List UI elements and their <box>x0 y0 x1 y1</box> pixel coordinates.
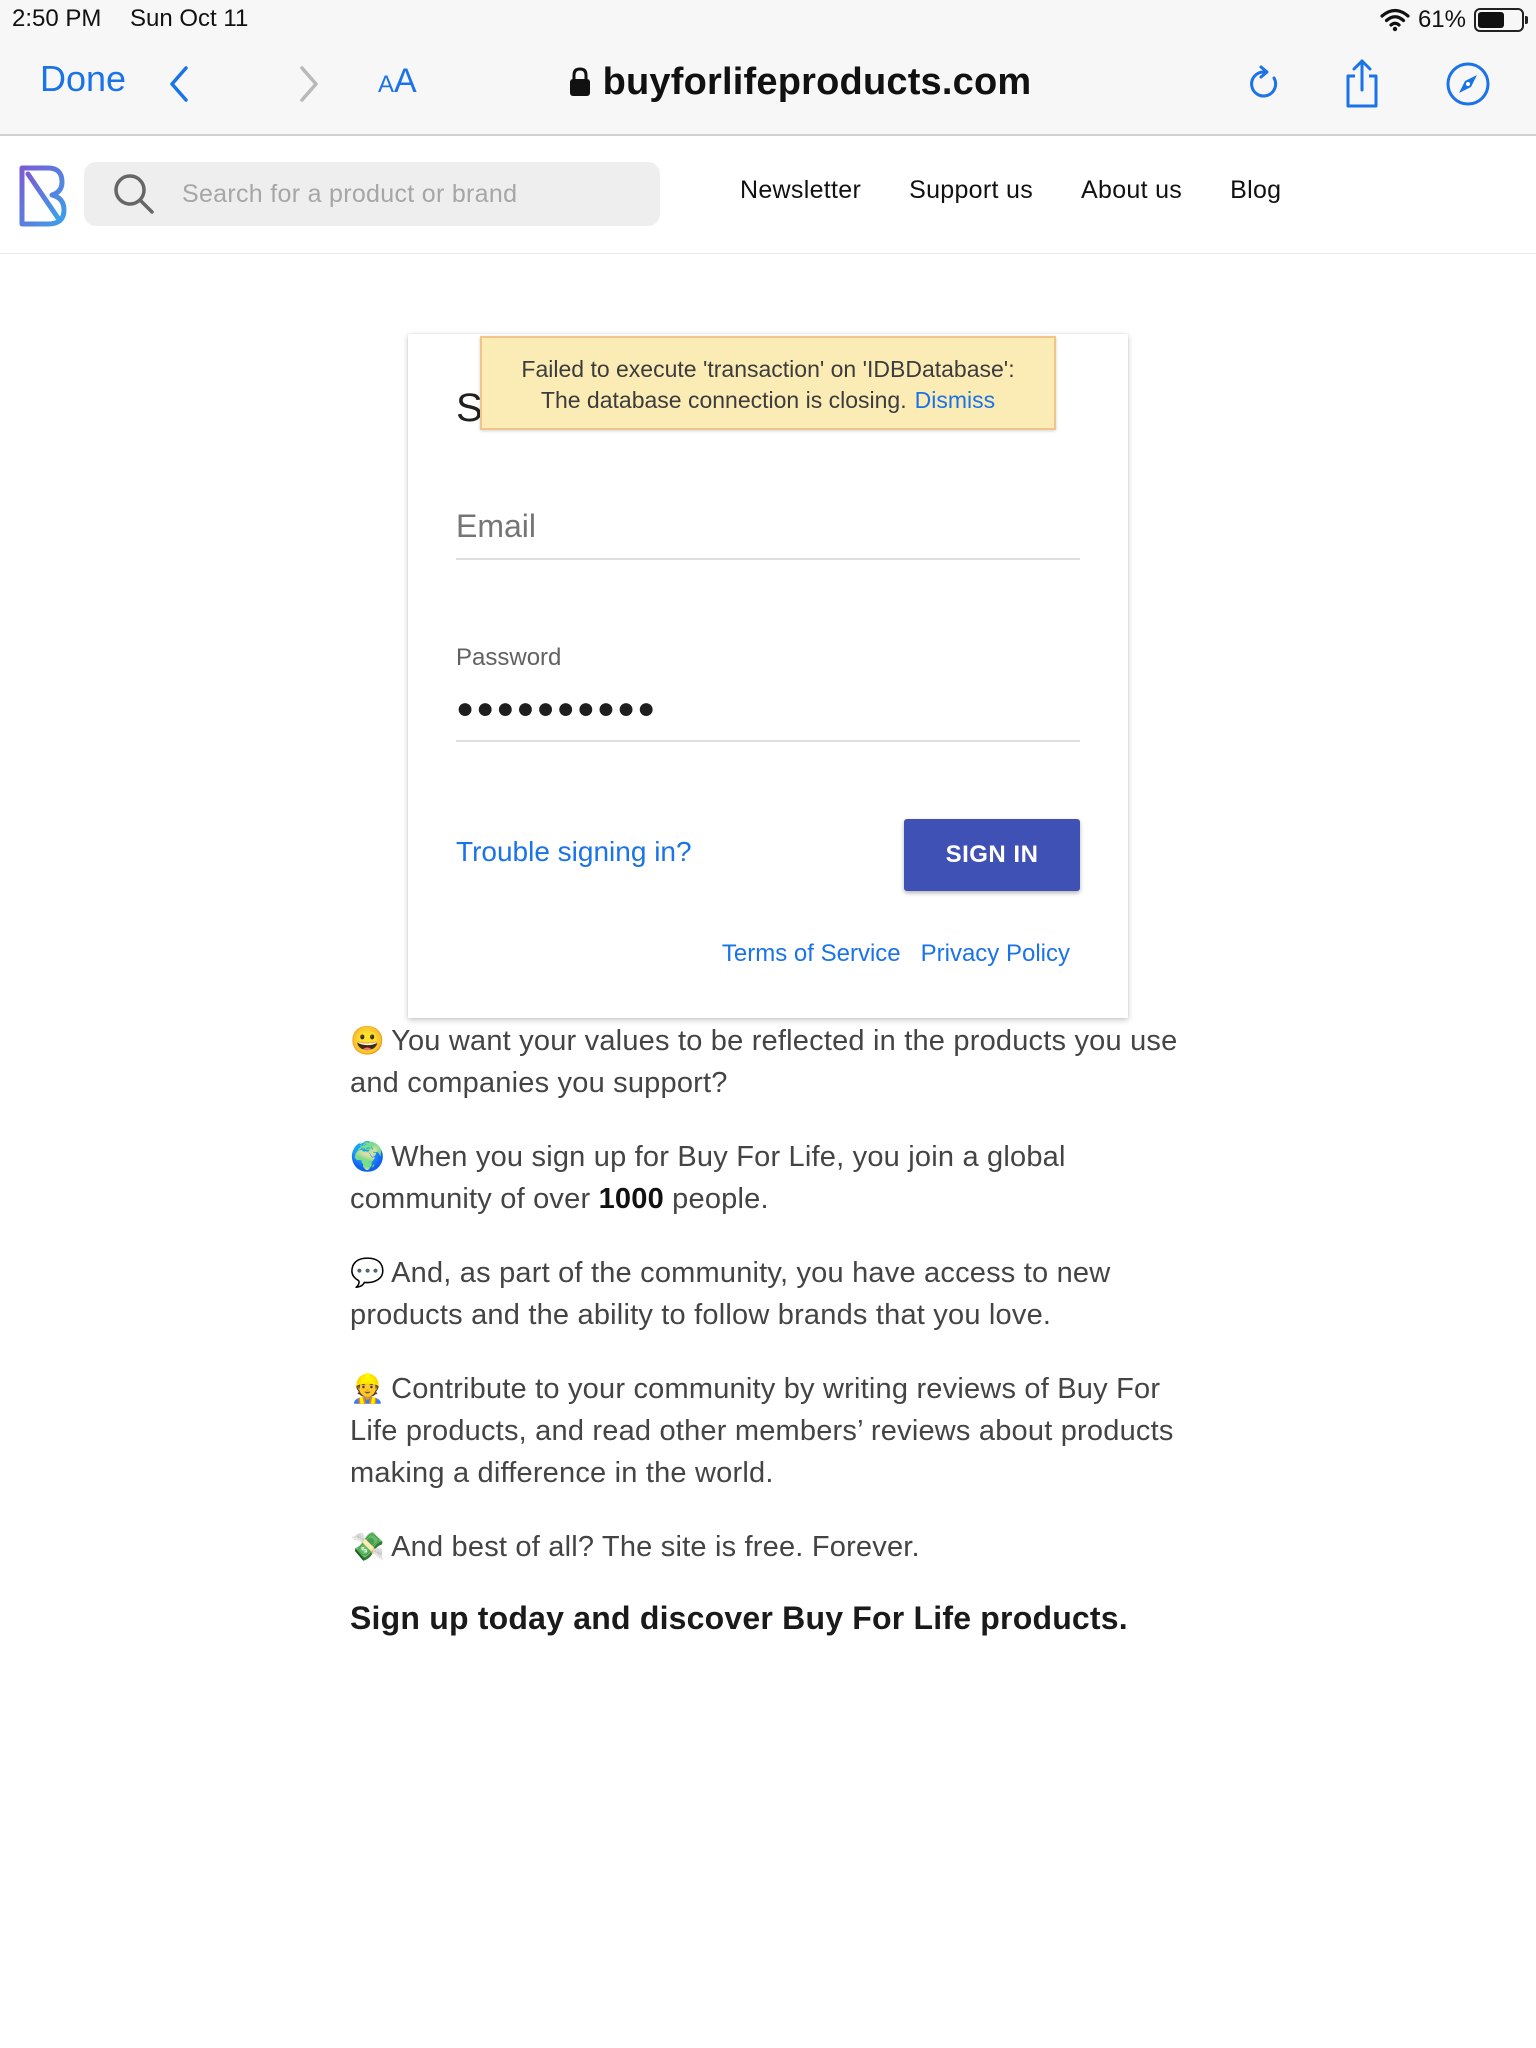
battery-icon <box>1474 8 1528 32</box>
password-field[interactable]: ●●●●●●●●●● <box>456 680 1080 742</box>
lock-icon <box>569 67 590 96</box>
buy-for-life-logo[interactable] <box>18 164 68 228</box>
search-icon <box>114 174 154 214</box>
password-label: Password <box>456 644 562 671</box>
money-with-wings-icon: 💸 <box>350 1531 386 1562</box>
paragraph-reviews: 👷 Contribute to your community by writing… <box>350 1368 1200 1494</box>
signin-title: S <box>456 386 483 430</box>
signin-footer-links: Terms of Service Privacy Policy <box>722 940 1070 968</box>
wifi-icon <box>1380 8 1410 32</box>
paragraph-values: 😀 You want your values to be reflected in… <box>350 1020 1200 1104</box>
privacy-policy-link[interactable]: Privacy Policy <box>921 940 1070 968</box>
top-nav: Newsletter Support us About us Blog <box>740 176 1281 205</box>
speech-bubble-icon: 💬 <box>350 1257 386 1288</box>
nav-blog[interactable]: Blog <box>1230 176 1281 205</box>
nav-about-us[interactable]: About us <box>1081 176 1182 205</box>
compass-icon[interactable] <box>1444 58 1492 110</box>
nav-support-us[interactable]: Support us <box>909 176 1033 205</box>
grinning-face-icon: 😀 <box>350 1025 386 1056</box>
globe-icon: 🌍 <box>350 1141 386 1172</box>
text-size-large-glyph: A <box>394 62 417 100</box>
status-bar: 2:50 PM Sun Oct 11 61% <box>0 0 1536 40</box>
forward-icon[interactable] <box>288 62 328 106</box>
dismiss-link[interactable]: Dismiss <box>915 387 996 413</box>
paragraph-reviews-text: Contribute to your community by writing … <box>350 1373 1174 1489</box>
search-input[interactable] <box>182 179 642 209</box>
error-message-line2: The database connection is closing. <box>540 387 907 413</box>
paragraph-free: 💸 And best of all? The site is free. Fore… <box>350 1526 1200 1568</box>
status-time: 2:50 PM <box>12 5 102 32</box>
sign-in-button[interactable]: SIGN IN <box>904 819 1080 891</box>
error-message-line2-row: The database connection is closing. Dismi… <box>482 385 1054 416</box>
paragraph-values-text: You want your values to be reflected in … <box>350 1025 1178 1099</box>
paragraph-community-text-end: people. <box>663 1183 769 1215</box>
status-indicators: 61% <box>1380 6 1528 34</box>
search-box[interactable] <box>84 162 660 226</box>
back-icon[interactable] <box>160 62 200 106</box>
browser-toolbar: Done AA buyforlifeproducts.com <box>0 40 1536 136</box>
signup-cta: Sign up today and discover Buy For Life … <box>350 1600 1128 1636</box>
signin-card: S Failed to execute 'transaction' on 'ID… <box>408 334 1128 1018</box>
error-toast: Failed to execute 'transaction' on 'IDBD… <box>480 336 1056 430</box>
address-bar[interactable]: buyforlifeproducts.com <box>540 56 1060 108</box>
password-value[interactable]: ●●●●●●●●●● <box>456 692 657 726</box>
paragraph-access-text: And, as part of the community, you have … <box>350 1257 1111 1331</box>
paragraph-access: 💬 And, as part of the community, you have… <box>350 1252 1200 1336</box>
marketing-content: 😀 You want your values to be reflected in… <box>350 1020 1200 1637</box>
email-field[interactable] <box>456 494 1080 560</box>
trouble-signing-in-link[interactable]: Trouble signing in? <box>456 836 692 868</box>
text-size-button[interactable]: AA <box>378 62 417 101</box>
battery-percent: 61% <box>1417 6 1466 33</box>
nav-newsletter[interactable]: Newsletter <box>740 176 861 205</box>
email-input[interactable] <box>456 494 1080 558</box>
terms-of-service-link[interactable]: Terms of Service <box>722 940 901 968</box>
url-text: buyforlifeproducts.com <box>602 60 1032 103</box>
member-count: 1000 <box>598 1183 664 1215</box>
share-icon[interactable] <box>1338 58 1386 110</box>
status-date: Sun Oct 11 <box>130 5 249 32</box>
paragraph-community: 🌍 When you sign up for Buy For Life, you … <box>350 1136 1200 1220</box>
reload-icon[interactable] <box>1240 58 1288 110</box>
text-size-small-glyph: A <box>378 71 395 98</box>
error-message-line1: Failed to execute 'transaction' on 'IDBD… <box>521 356 1015 382</box>
construction-worker-icon: 👷 <box>350 1373 386 1404</box>
battery-level <box>1478 12 1504 28</box>
done-button[interactable]: Done <box>40 58 126 100</box>
site-header: Newsletter Support us About us Blog <box>0 136 1536 254</box>
paragraph-free-text: And best of all? The site is free. Forev… <box>391 1531 920 1563</box>
